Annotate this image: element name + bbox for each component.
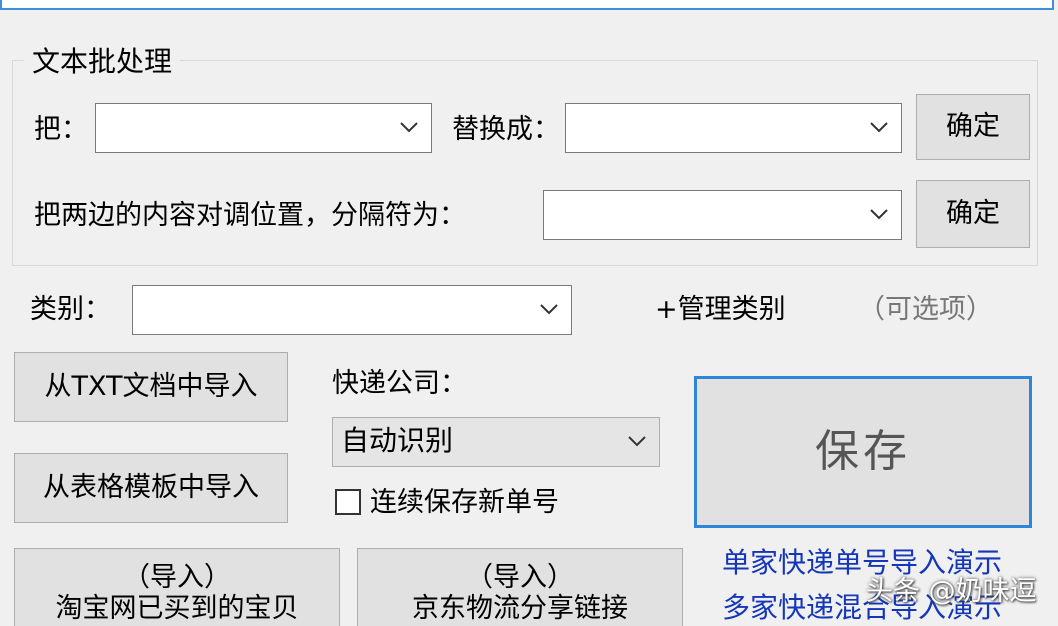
import-jd-button[interactable]: （导入） 京东物流分享链接 — [357, 548, 683, 626]
swap-label: 把两边的内容对调位置，分隔符为： — [34, 200, 466, 231]
batch-group-title: 文本批处理 — [24, 44, 181, 80]
courier-select-value: 自动识别 — [341, 424, 454, 457]
from-combo[interactable] — [95, 103, 432, 153]
courier-label: 快递公司： — [332, 368, 467, 399]
import-txt-button[interactable]: 从TXT文档中导入 — [14, 352, 288, 422]
import-taobao-button[interactable]: （导入） 淘宝网已买到的宝贝 — [14, 548, 340, 626]
save-button[interactable]: 保存 — [694, 376, 1032, 528]
courier-select[interactable]: 自动识别 — [332, 417, 660, 467]
import-sheet-button[interactable]: 从表格模板中导入 — [14, 453, 288, 523]
chevron-down-icon — [400, 122, 418, 133]
category-label: 类别： — [30, 294, 111, 325]
import-taobao-bottom: 淘宝网已买到的宝贝 — [55, 593, 299, 624]
import-taobao-top: （导入） — [123, 562, 231, 593]
import-jd-top: （导入） — [466, 562, 574, 593]
continuous-save-label[interactable]: 连续保存新单号 — [370, 485, 559, 521]
category-combo[interactable] — [132, 285, 572, 335]
from-label: 把： — [34, 114, 88, 145]
chevron-down-icon — [870, 209, 888, 220]
import-jd-bottom: 京东物流分享链接 — [412, 593, 628, 624]
replace-label: 替换成： — [452, 114, 560, 145]
top-text-area[interactable] — [0, 0, 1054, 10]
replace-combo[interactable] — [565, 103, 902, 153]
chevron-down-icon — [540, 304, 558, 315]
continuous-save-checkbox[interactable] — [335, 489, 361, 515]
watermark-text: 头条 @奶味逗 — [866, 576, 1037, 607]
chevron-down-icon — [628, 436, 646, 447]
confirm-swap-button[interactable]: 确定 — [916, 180, 1030, 248]
window: 文本批处理 把： 替换成： 确定 把两边的内容对调位置，分隔符为： 确定 类别：… — [0, 0, 1058, 626]
manage-category-link[interactable]: +管理类别 — [655, 292, 786, 328]
confirm-replace-button[interactable]: 确定 — [916, 94, 1030, 160]
separator-combo[interactable] — [543, 190, 902, 240]
optional-hint: （可选项） — [858, 294, 993, 325]
chevron-down-icon — [870, 122, 888, 133]
